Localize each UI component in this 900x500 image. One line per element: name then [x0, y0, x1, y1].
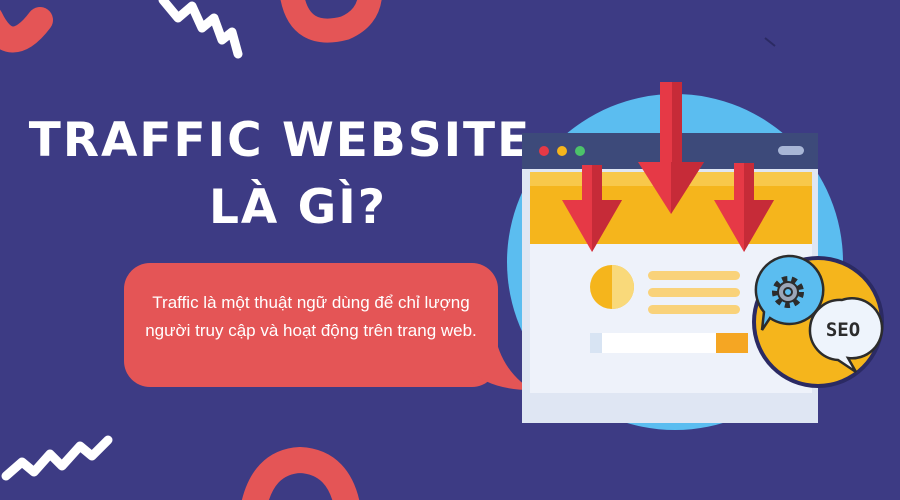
seo-badge: SEO: [752, 254, 884, 388]
window-search-pill: [778, 146, 804, 155]
window-dot-yellow: [557, 146, 567, 156]
seo-label: SEO: [826, 319, 860, 341]
banner-canvas: TRAFFIC WEBSITE LÀ GÌ? Traffic là một th…: [0, 0, 900, 500]
content-input-button: [716, 333, 748, 353]
window-dot-red: [539, 146, 549, 156]
traffic-illustration: SEO: [507, 82, 884, 430]
window-dot-green: [575, 146, 585, 156]
